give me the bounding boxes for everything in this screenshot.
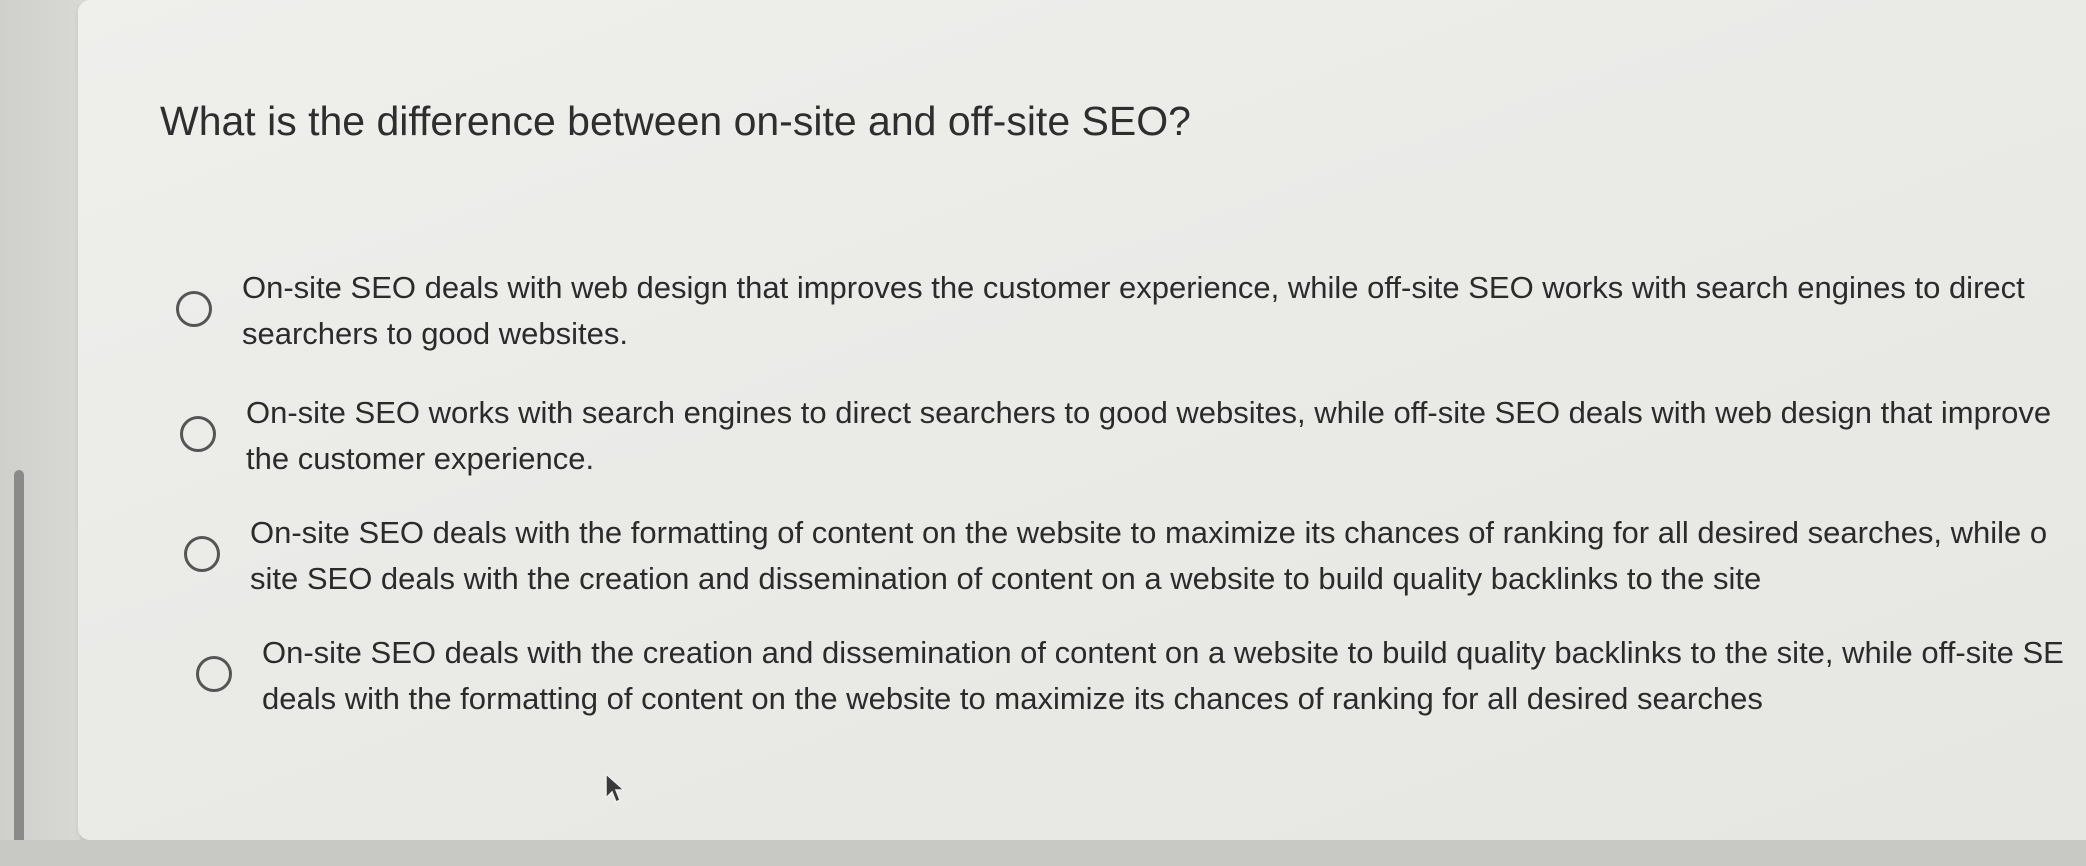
answer-option-1[interactable]: On-site SEO deals with web design that i… [176,265,2076,357]
bottom-edge [0,840,2086,866]
answer-option-line: site SEO deals with the creation and dis… [250,561,1762,596]
radio-circle-icon[interactable] [184,536,220,572]
answer-option-label: On-site SEO works with search engines to… [246,390,2051,482]
answer-option-line: the customer experience. [246,441,595,476]
answer-option-line: On-site SEO deals with web design that i… [242,270,2025,305]
answer-option-line: On-site SEO deals with the formatting of… [250,515,2048,550]
answer-option-4[interactable]: On-site SEO deals with the creation and … [196,630,2086,722]
radio-circle-icon[interactable] [196,656,232,692]
answer-option-line: On-site SEO works with search engines to… [246,395,2052,430]
answer-options: On-site SEO deals with web design that i… [0,0,2086,866]
answer-option-label: On-site SEO deals with the formatting of… [250,510,2047,602]
radio-circle-icon[interactable] [180,416,216,452]
answer-option-line: deals with the formatting of content on … [262,681,1763,716]
answer-option-2[interactable]: On-site SEO works with search engines to… [180,390,2080,482]
answer-option-label: On-site SEO deals with web design that i… [242,265,2025,357]
answer-option-3[interactable]: On-site SEO deals with the formatting of… [184,510,2084,602]
radio-circle-icon[interactable] [176,291,212,327]
answer-option-line: searchers to good websites. [242,316,628,351]
mouse-pointer-icon [605,772,626,804]
answer-option-line: On-site SEO deals with the creation and … [262,635,2064,670]
answer-option-label: On-site SEO deals with the creation and … [262,630,2064,722]
quiz-page: What is the difference between on-site a… [0,0,2086,866]
